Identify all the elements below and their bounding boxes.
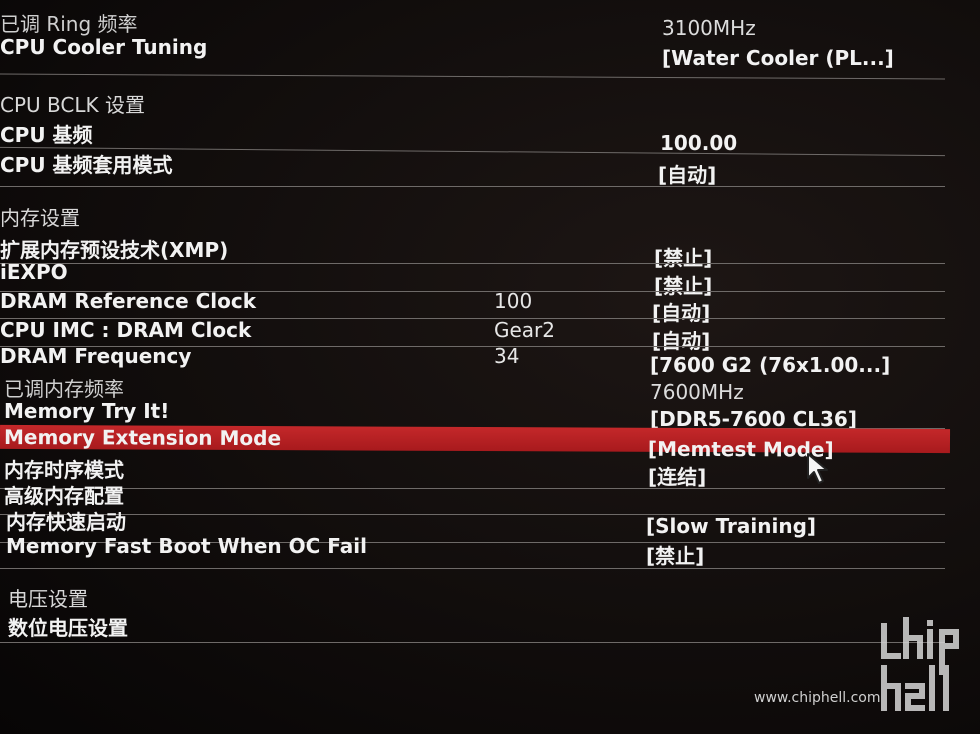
mouse-pointer-icon xyxy=(807,453,828,484)
memory-section-header: 内存设置 xyxy=(0,200,950,230)
memory-extension-mode-label: Memory Extension Mode xyxy=(3,424,282,451)
dram-reference-clock-label: DRAM Reference Clock xyxy=(0,289,257,313)
ring-frequency-row: 已调 Ring 频率 3100MHz xyxy=(0,6,950,40)
memory-fast-boot-oc-fail-value[interactable]: [禁止] xyxy=(646,540,704,569)
digital-voltage-settings-label: 数位电压设置 xyxy=(8,616,128,640)
section-title: 电压设置 xyxy=(8,587,88,611)
chiphell-logo xyxy=(881,617,959,711)
cpu-cooler-tuning-row[interactable]: CPU Cooler Tuning [Water Cooler (PL...] xyxy=(0,33,950,70)
cpu-base-frequency-label: CPU 基频 xyxy=(0,123,93,147)
cpu-cooler-tuning-value[interactable]: [Water Cooler (PL...] xyxy=(662,46,894,70)
watermark-url: www.chiphell.com xyxy=(754,690,881,706)
dram-reference-clock-row[interactable]: DRAM Reference Clock 100 [自动] xyxy=(0,287,950,325)
cpu-base-frequency-row[interactable]: CPU 基频 100.00 xyxy=(0,117,950,155)
cpu-imc-dram-clock-label: CPU IMC : DRAM Clock xyxy=(0,318,252,342)
dram-frequency-current: 34 xyxy=(494,344,520,368)
cpu-base-frequency-mode-label: CPU 基频套用模式 xyxy=(0,153,173,177)
cpu-base-frequency-mode-value[interactable]: [自动] xyxy=(658,159,716,188)
iexpo-label: iEXPO xyxy=(0,260,68,284)
memory-try-it-row[interactable]: Memory Try It! [DDR5-7600 CL36] xyxy=(0,397,950,431)
memory-fast-boot-oc-fail-label: Memory Fast Boot When OC Fail xyxy=(6,534,367,558)
dram-reference-clock-current: 100 xyxy=(494,289,533,313)
divider xyxy=(0,186,945,187)
memory-fast-boot-label: 内存快速启动 xyxy=(6,510,126,534)
dram-frequency-label: DRAM Frequency xyxy=(0,344,192,368)
voltage-section-header: 电压设置 xyxy=(0,581,950,611)
adjusted-memory-frequency-row: 已调内存频率 7600MHz xyxy=(0,371,950,404)
cpu-bclk-section-header: CPU BCLK 设置 xyxy=(0,87,950,117)
memory-fast-boot-oc-fail-row[interactable]: Memory Fast Boot When OC Fail [禁止] xyxy=(0,532,950,568)
cpu-imc-dram-clock-current: Gear2 xyxy=(494,318,556,342)
cpu-imc-dram-clock-row[interactable]: CPU IMC : DRAM Clock Gear2 [自动] xyxy=(0,316,950,353)
divider xyxy=(0,73,945,80)
memory-try-it-label: Memory Try It! xyxy=(4,399,170,423)
section-title: CPU BCLK 设置 xyxy=(0,93,145,117)
iexpo-row[interactable]: iEXPO [禁止] xyxy=(0,258,950,298)
bios-screen: 已调 Ring 频率 3100MHz CPU Cooler Tuning [Wa… xyxy=(0,0,980,734)
divider xyxy=(0,568,945,569)
xmp-row[interactable]: 扩展内存预设技术(XMP) [禁止] xyxy=(0,232,950,270)
memory-fast-boot-row[interactable]: 内存快速启动 [Slow Training] xyxy=(0,504,950,538)
memory-extension-mode-row[interactable]: Memory Extension Mode [Memtest Mode] xyxy=(0,424,951,462)
section-title: 内存设置 xyxy=(0,206,80,230)
cpu-base-frequency-mode-row[interactable]: CPU 基频套用模式 [自动] xyxy=(0,147,950,187)
cpu-cooler-tuning-label: CPU Cooler Tuning xyxy=(0,35,208,59)
divider xyxy=(0,642,945,643)
dram-frequency-row[interactable]: DRAM Frequency 34 [7600 G2 (76x1.00...] xyxy=(0,342,950,377)
digital-voltage-settings-row[interactable]: 数位电压设置 xyxy=(0,610,950,640)
